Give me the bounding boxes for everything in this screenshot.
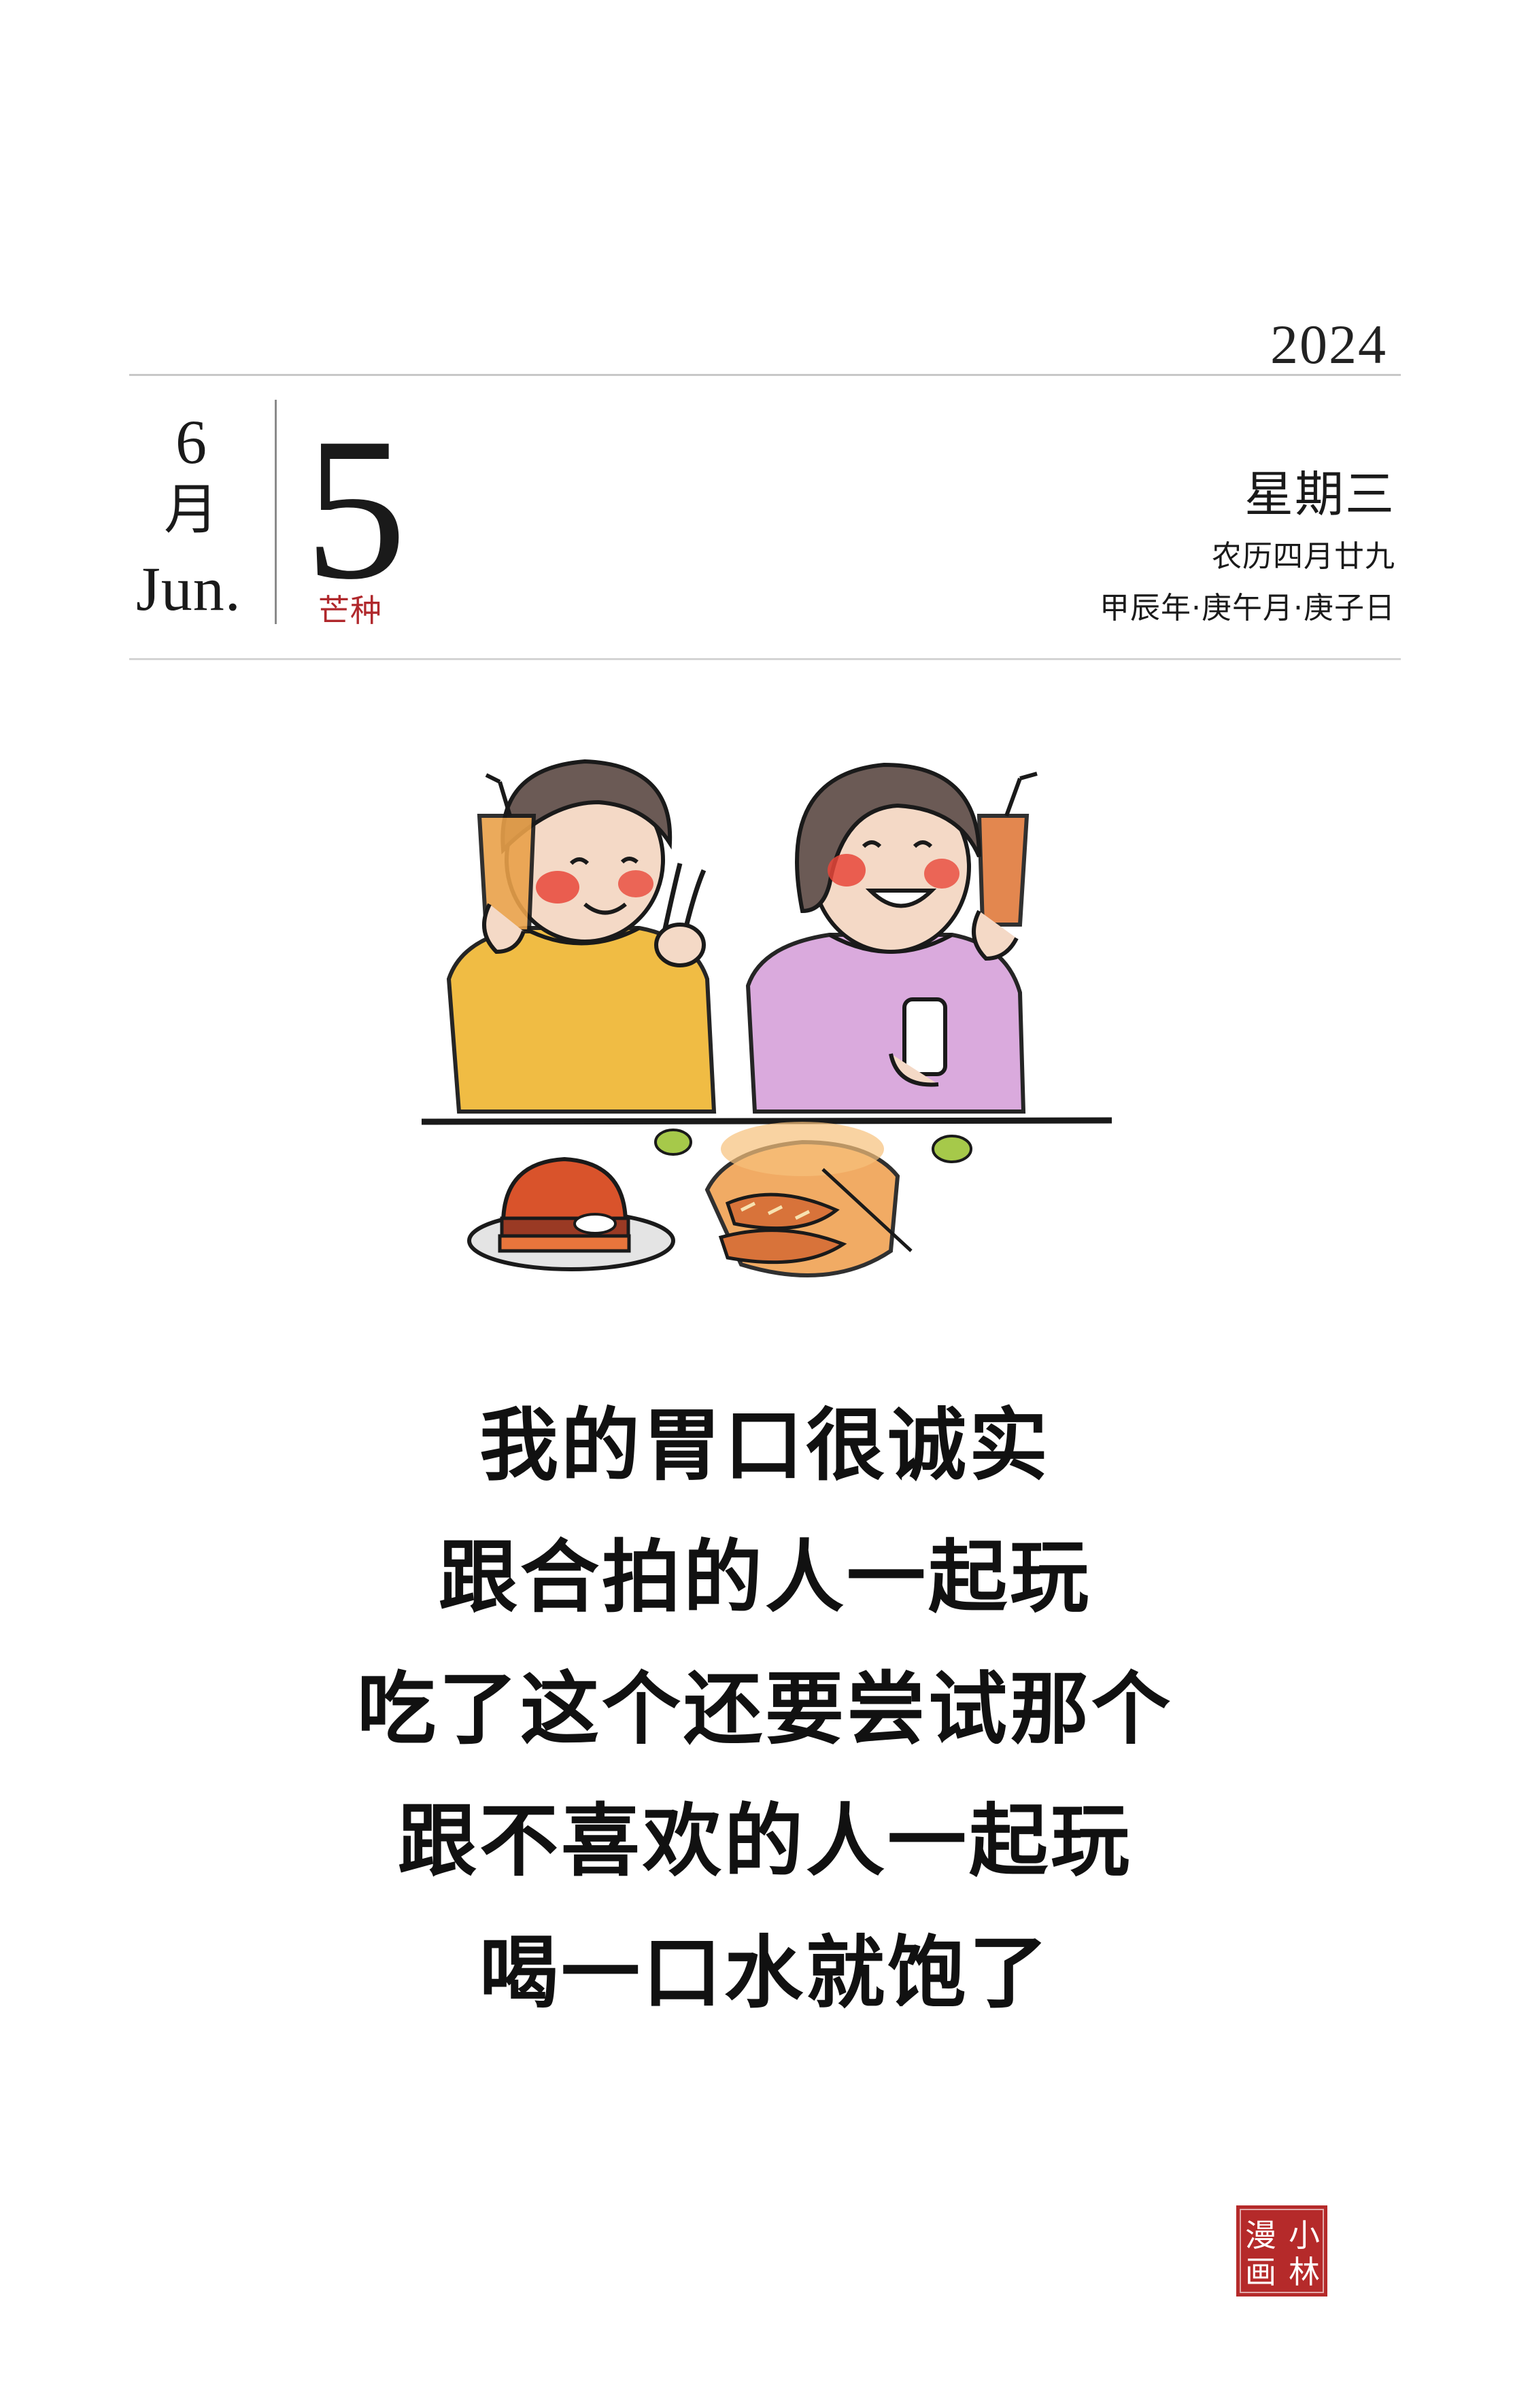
bottom-divider	[129, 658, 1401, 660]
poem-line: 吃了这个还要尝试那个	[357, 1664, 1173, 1755]
month-en-label: Jun.	[136, 554, 241, 623]
two-friends-eating-illustration	[422, 759, 1112, 1277]
poem-line: 我的胃口很诚实	[479, 1400, 1051, 1492]
weekday-label: 星期三	[1244, 466, 1395, 523]
svg-text:小: 小	[1289, 2217, 1320, 2254]
poem-line: 喝一口水就饱了	[479, 1927, 1051, 2019]
year-label: 2024	[1270, 313, 1387, 375]
ganzhi-label: 甲辰年·庚午月·庚子日	[1100, 591, 1395, 625]
poem-block: 我的胃口很诚实 跟合拍的人一起玩 吃了这个还要尝试那个 跟不喜欢的人一起玩 喝一…	[0, 1380, 1530, 2040]
svg-text:漫: 漫	[1245, 2217, 1276, 2254]
lunar-date-label: 农历四月廿九	[1212, 539, 1395, 574]
svg-text:林: 林	[1289, 2254, 1320, 2290]
svg-text:画: 画	[1245, 2254, 1276, 2290]
month-cn-label: 月	[164, 478, 218, 541]
poem-line: 跟合拍的人一起玩	[439, 1532, 1091, 1623]
solar-term-label: 芒种	[318, 592, 382, 629]
artist-seal-icon: 小 林 漫 画	[1236, 2205, 1327, 2297]
vertical-divider	[275, 400, 277, 624]
top-divider	[129, 374, 1401, 376]
poem-line: 跟不喜欢的人一起玩	[398, 1795, 1132, 1887]
month-number: 6	[175, 407, 207, 477]
day-number: 5	[305, 396, 407, 621]
